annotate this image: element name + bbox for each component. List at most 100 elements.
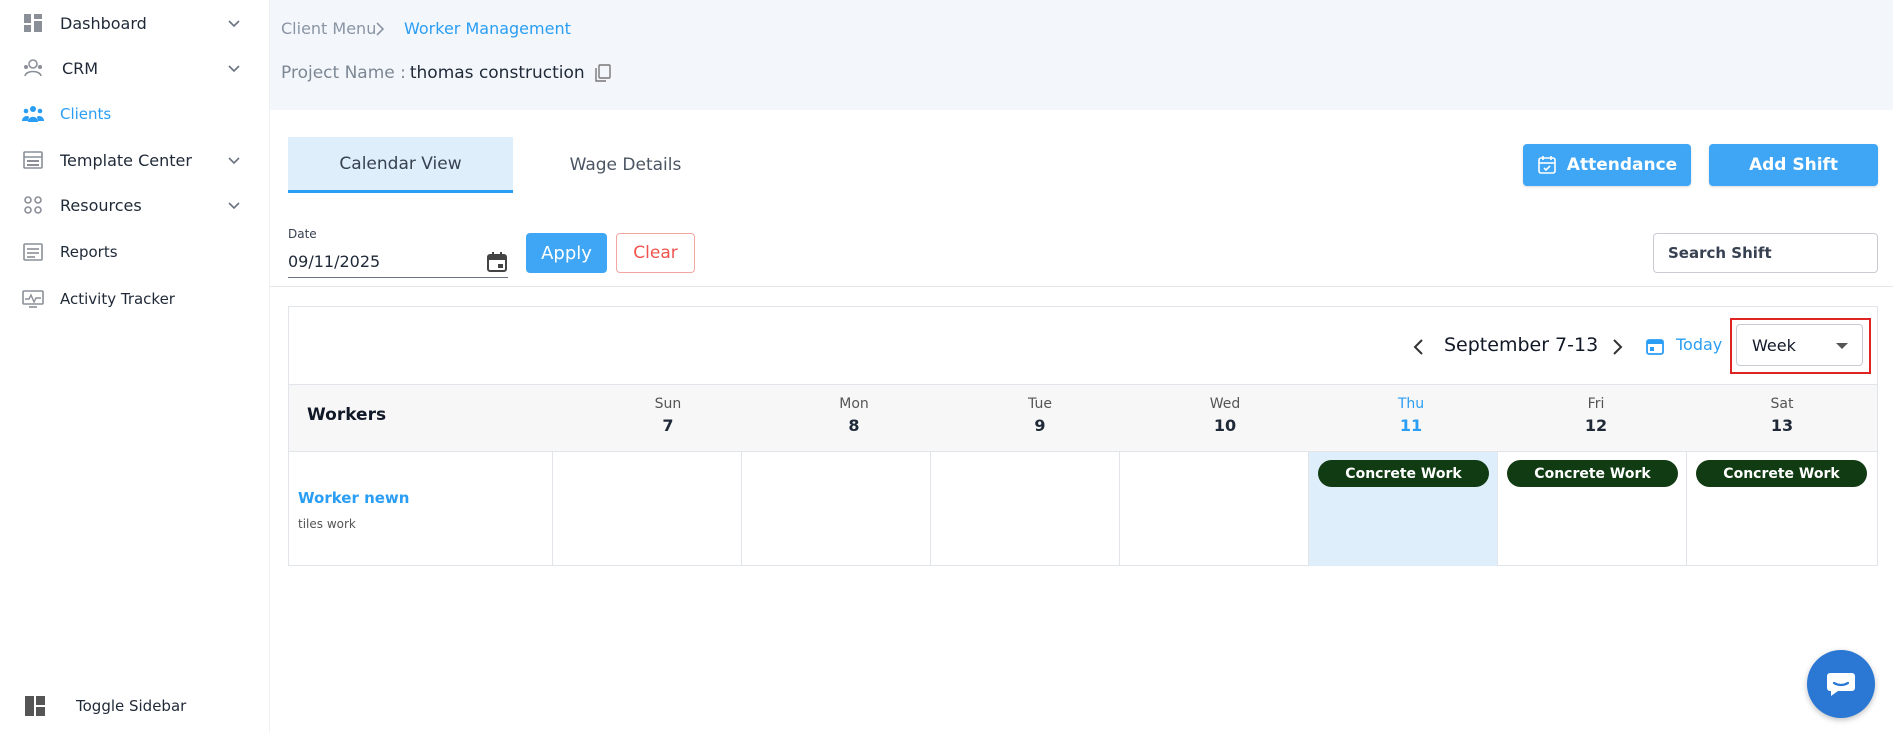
sidebar-item-resources[interactable]: Resources <box>0 185 270 225</box>
day-cell-thu[interactable]: Concrete Work <box>1309 452 1498 566</box>
day-header-fri: Fri 12 <box>1546 396 1646 435</box>
sidebar-item-reports[interactable]: Reports <box>0 232 270 272</box>
calendar-today-icon[interactable] <box>1646 337 1664 355</box>
day-number: 9 <box>1034 416 1046 435</box>
tab-wage-details[interactable]: Wage Details <box>513 137 738 193</box>
sidebar-item-activity-tracker[interactable]: Activity Tracker <box>0 279 270 319</box>
sidebar-item-label: Clients <box>60 105 112 123</box>
project-name-key: Project Name : <box>281 63 406 83</box>
chat-support-button[interactable] <box>1807 650 1875 718</box>
layout-icon <box>24 695 46 717</box>
calendar-header: Workers Sun 7 Mon 8 Tue 9 Wed 10 Thu 11 Fri 12… <box>289 384 1877 452</box>
day-number: 12 <box>1584 416 1608 435</box>
day-cell-mon[interactable] <box>742 452 931 566</box>
shift-pill[interactable]: Concrete Work <box>1318 460 1489 487</box>
day-number: 8 <box>848 416 860 435</box>
day-header-tue: Tue 9 <box>990 396 1090 435</box>
day-number: 13 <box>1770 416 1794 435</box>
crm-icon <box>22 57 44 79</box>
day-name: Tue <box>1028 396 1052 412</box>
attendance-label: Attendance <box>1566 155 1678 175</box>
project-name: Project Name : thomas construction <box>281 63 611 83</box>
day-name: Mon <box>839 396 869 412</box>
workers-column-header: Workers <box>307 405 387 425</box>
sidebar-item-label: CRM <box>62 58 99 78</box>
toggle-sidebar-button[interactable]: Toggle Sidebar <box>0 686 270 726</box>
day-name: Sun <box>654 396 682 412</box>
main-content: Client Menu Worker Management Project Na… <box>270 0 1893 732</box>
chat-icon <box>1827 673 1855 696</box>
reports-icon <box>22 241 44 263</box>
shift-pill[interactable]: Concrete Work <box>1507 460 1678 487</box>
sidebar-item-label: Activity Tracker <box>60 290 175 308</box>
chevron-down-icon[interactable] <box>226 197 242 213</box>
chevron-right-icon <box>376 22 385 36</box>
sidebar-item-label: Template Center <box>60 150 192 170</box>
clients-icon <box>22 103 44 125</box>
day-cell-fri[interactable]: Concrete Work <box>1498 452 1687 566</box>
search-shift-input[interactable]: Search Shift <box>1653 233 1878 273</box>
resources-icon <box>22 194 44 216</box>
date-field[interactable]: 09/11/2025 <box>288 246 508 278</box>
attendance-button[interactable]: Attendance <box>1523 144 1691 186</box>
calendar-range-label: September 7-13 <box>1444 334 1599 356</box>
day-header-sun: Sun 7 <box>618 396 718 435</box>
day-cell-sun[interactable] <box>553 452 742 566</box>
day-header-thu: Thu 11 <box>1361 396 1461 435</box>
apply-button[interactable]: Apply <box>526 233 607 273</box>
worker-name-link[interactable]: Worker newn <box>298 489 409 507</box>
tab-calendar-view[interactable]: Calendar View <box>288 137 513 193</box>
template-icon <box>22 149 44 171</box>
chevron-right-icon[interactable] <box>1610 338 1624 356</box>
activity-icon <box>22 288 44 310</box>
day-cell-sat[interactable]: Concrete Work <box>1687 452 1876 566</box>
day-name: Sat <box>1770 396 1794 412</box>
today-button[interactable]: Today <box>1676 335 1722 354</box>
copy-icon[interactable] <box>594 64 611 82</box>
shift-pill[interactable]: Concrete Work <box>1696 460 1867 487</box>
breadcrumb-worker-management: Worker Management <box>404 19 571 38</box>
clear-button[interactable]: Clear <box>616 233 695 273</box>
view-select[interactable]: Week <box>1736 324 1863 366</box>
day-name: Thu <box>1397 396 1425 412</box>
breadcrumb-client-menu[interactable]: Client Menu <box>281 19 376 38</box>
chevron-down-icon[interactable] <box>226 60 242 76</box>
day-number: 7 <box>662 416 674 435</box>
day-number: 11 <box>1399 416 1423 435</box>
sidebar: Dashboard CRM Clients Template Center Re… <box>0 0 270 732</box>
sidebar-item-crm[interactable]: CRM <box>0 48 270 88</box>
dashboard-icon <box>22 12 44 34</box>
day-cell-tue[interactable] <box>931 452 1120 566</box>
view-select-value: Week <box>1752 336 1796 355</box>
worker-cell: Worker newn tiles work <box>289 452 553 566</box>
worker-row: Worker newn tiles work Concrete Work Con… <box>289 452 1877 566</box>
add-shift-button[interactable]: Add Shift <box>1709 144 1878 186</box>
calendar-icon[interactable] <box>486 251 508 273</box>
calendar-check-icon <box>1537 156 1556 174</box>
project-name-value: thomas construction <box>409 63 585 83</box>
day-number: 10 <box>1213 416 1237 435</box>
day-header-sat: Sat 13 <box>1732 396 1832 435</box>
chevron-down-icon[interactable] <box>226 15 242 31</box>
date-value[interactable]: 09/11/2025 <box>288 252 380 271</box>
chevron-down-icon[interactable] <box>226 152 242 168</box>
day-cell-wed[interactable] <box>1120 452 1309 566</box>
day-name: Fri <box>1587 396 1605 412</box>
sidebar-item-label: Resources <box>60 195 142 215</box>
sidebar-item-template-center[interactable]: Template Center <box>0 140 270 180</box>
shift-calendar: September 7-13 Today Week Workers Sun 7 M… <box>288 306 1878 566</box>
sidebar-item-dashboard[interactable]: Dashboard <box>0 3 270 43</box>
day-header-mon: Mon 8 <box>804 396 904 435</box>
day-name: Wed <box>1209 396 1241 412</box>
worker-role: tiles work <box>298 517 356 531</box>
toggle-sidebar-label: Toggle Sidebar <box>76 697 187 715</box>
sidebar-item-label: Reports <box>60 243 118 261</box>
day-header-wed: Wed 10 <box>1175 396 1275 435</box>
page-header: Client Menu Worker Management Project Na… <box>270 0 1893 110</box>
sidebar-item-clients[interactable]: Clients <box>0 94 270 134</box>
chevron-left-icon[interactable] <box>1412 338 1426 356</box>
divider <box>270 286 1893 287</box>
date-label: Date <box>288 227 317 241</box>
caret-down-icon <box>1836 343 1848 349</box>
sidebar-item-label: Dashboard <box>60 13 147 33</box>
